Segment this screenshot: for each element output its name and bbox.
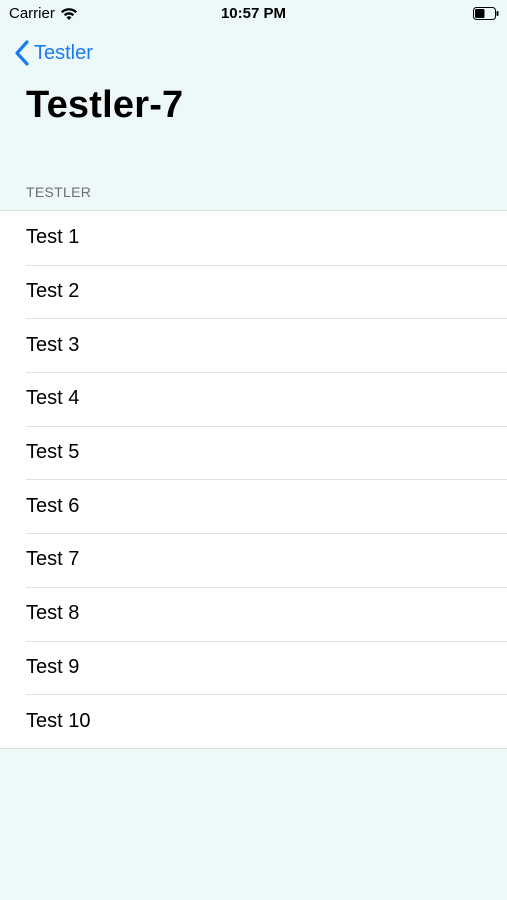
list-item-label: Test 4	[26, 387, 80, 410]
test-list: Test 1 Test 2 Test 3 Test 4 Test 5 Test …	[0, 210, 507, 749]
list-item-label: Test 5	[26, 441, 80, 464]
list-item[interactable]: Test 5	[0, 425, 507, 480]
list-item-label: Test 10	[26, 709, 91, 732]
page-title: Testler-7	[26, 84, 184, 126]
back-button[interactable]: Testler	[14, 38, 93, 68]
list-item-label: Test 7	[26, 548, 80, 571]
list-item-label: Test 6	[26, 494, 80, 517]
chevron-left-icon	[15, 40, 29, 66]
battery-icon	[473, 7, 499, 20]
list-item[interactable]: Test 1	[0, 211, 507, 265]
list-item[interactable]: Test 8	[0, 586, 507, 641]
list-item[interactable]: Test 10	[0, 694, 507, 748]
status-time: 10:57 PM	[220, 5, 287, 22]
list-item[interactable]: Test 9	[0, 640, 507, 695]
list-item-label: Test 2	[26, 280, 80, 303]
section-header: TESTLER	[26, 184, 92, 200]
list-item[interactable]: Test 2	[0, 264, 507, 319]
list-item[interactable]: Test 7	[0, 533, 507, 587]
list-item-label: Test 8	[26, 602, 80, 625]
list-item[interactable]: Test 4	[0, 372, 507, 426]
list-item[interactable]: Test 6	[0, 479, 507, 533]
list-item[interactable]: Test 3	[0, 318, 507, 372]
list-item-label: Test 9	[26, 655, 80, 678]
list-item-label: Test 1	[26, 226, 80, 249]
status-bar: Carrier 10:57 PM	[0, 0, 507, 28]
list-item-label: Test 3	[26, 333, 80, 356]
back-button-label: Testler	[34, 41, 93, 64]
